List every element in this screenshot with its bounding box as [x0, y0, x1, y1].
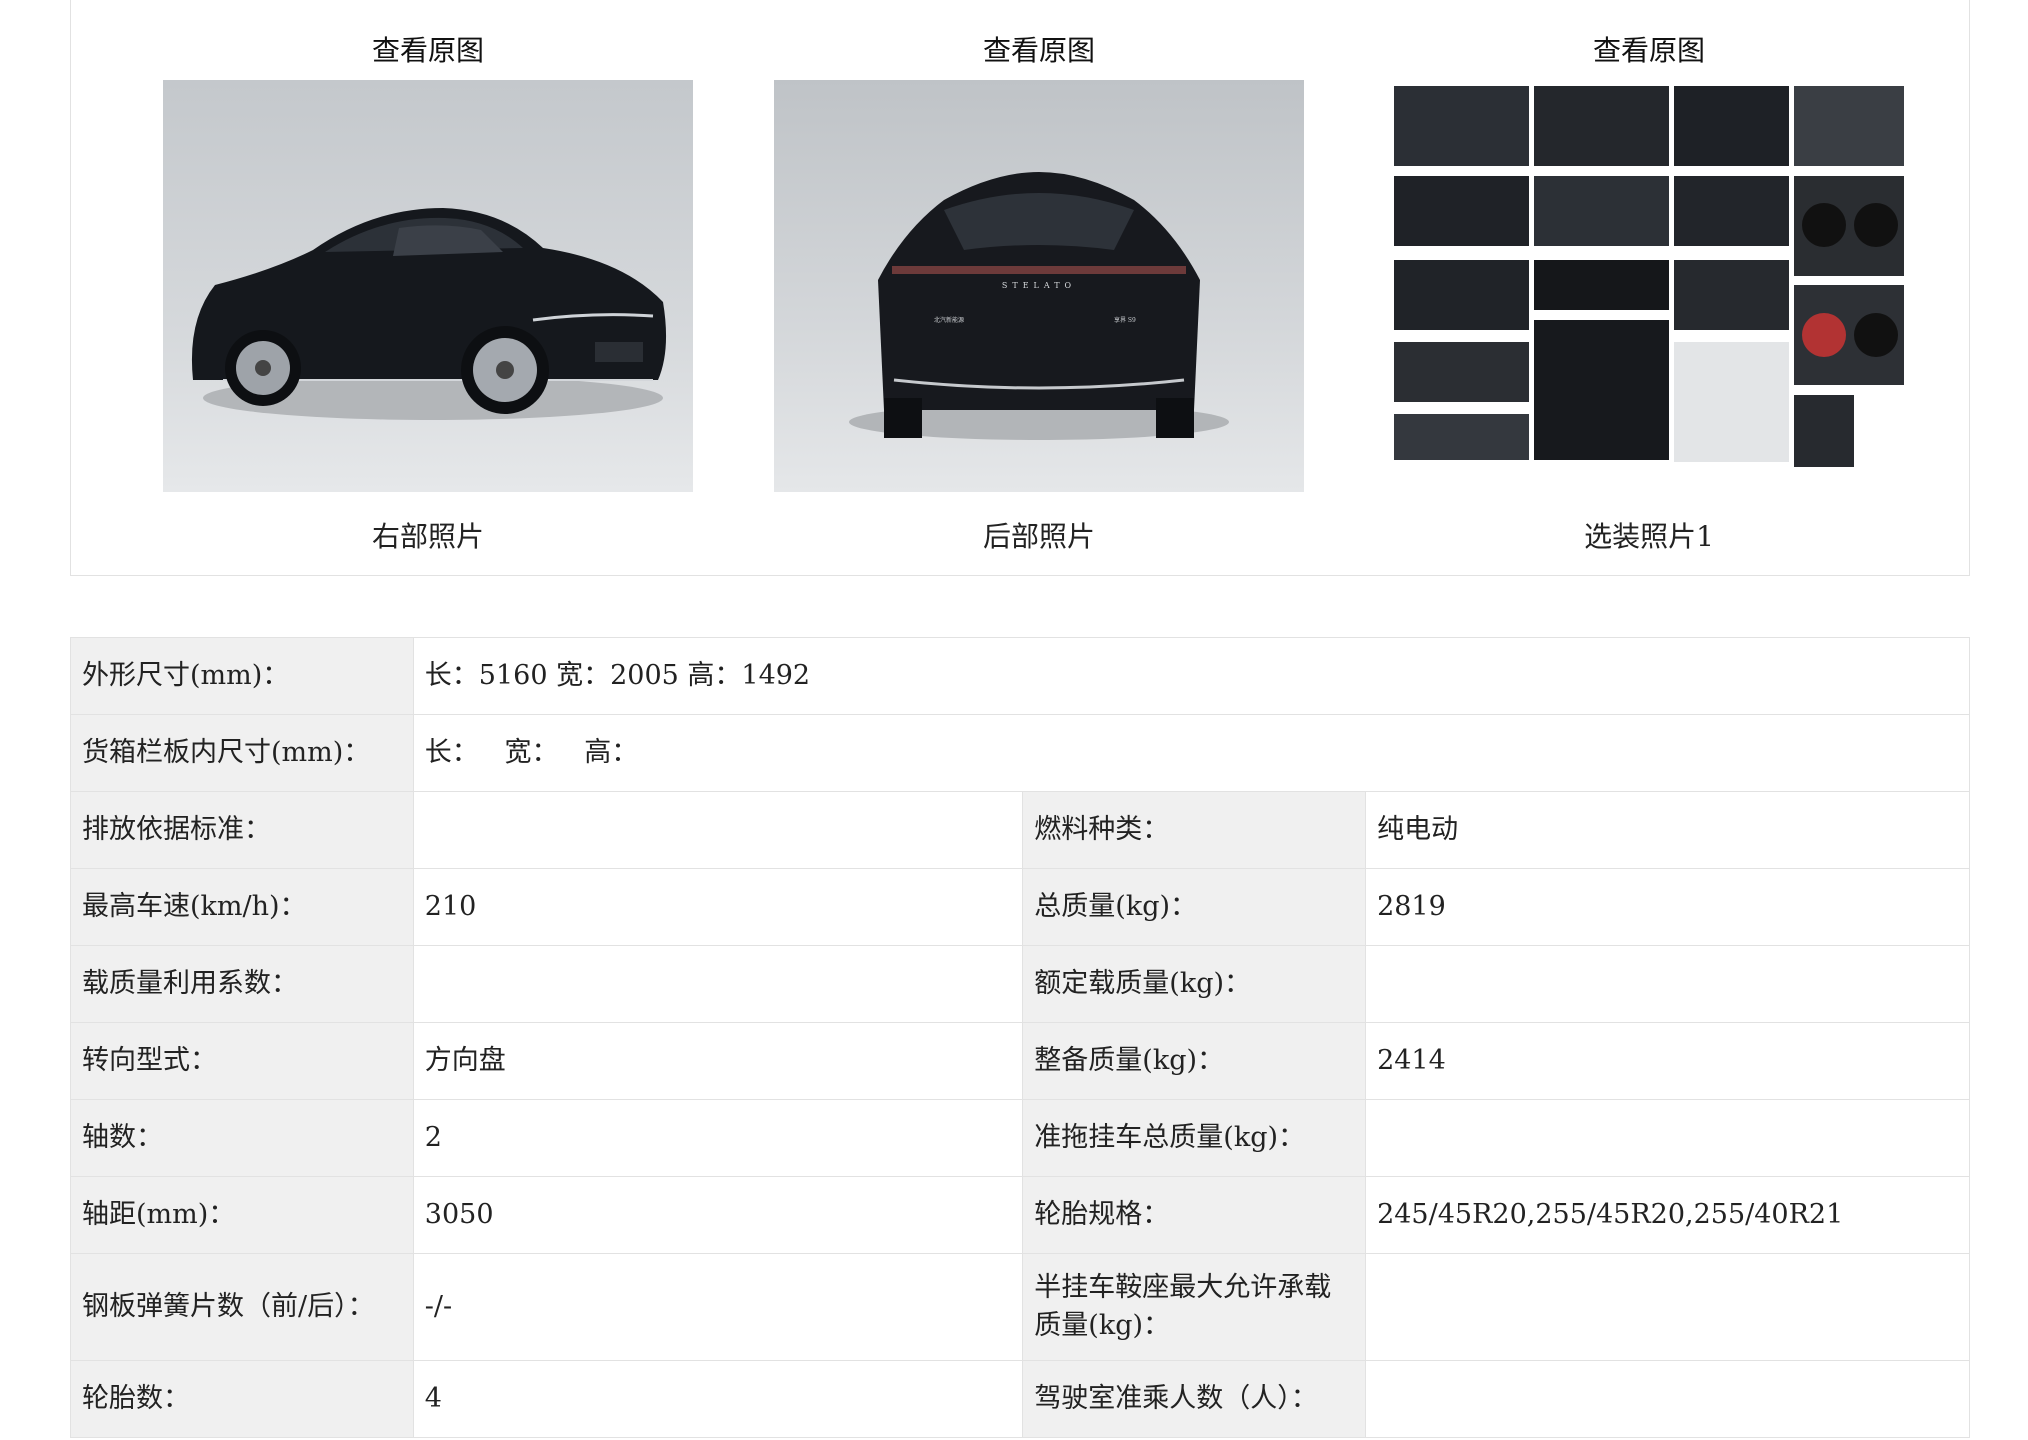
photo-caption: 后部照片: [982, 520, 1095, 553]
spec-value: 2414: [1365, 1022, 1970, 1100]
spec-label: 额定载质量(kg)：: [1022, 945, 1367, 1023]
table-row: 外形尺寸(mm)： 长：5160 宽：2005 高：1492: [70, 637, 1971, 715]
spec-value: -/-: [412, 1253, 1024, 1361]
spec-label: 准拖挂车总质量(kg)：: [1022, 1099, 1367, 1177]
table-row: 转向型式： 方向盘 整备质量(kg)： 2414: [70, 1022, 1970, 1100]
car-right-photo[interactable]: [163, 80, 693, 492]
photo-panel: 查看原图 右部照片 查看原图 STELATO 北汽新能源 享界 S9 后部照片 …: [70, 0, 1970, 576]
spec-value: 长：5160 宽：2005 高：1492: [412, 637, 1971, 715]
spec-label: 排放依据标准：: [70, 791, 414, 869]
spec-label: 轮胎规格：: [1022, 1176, 1367, 1254]
spec-value: 纯电动: [1365, 791, 1970, 869]
spec-label: 轴数：: [70, 1099, 414, 1177]
spec-label: 载质量利用系数：: [70, 945, 414, 1023]
table-row: 载质量利用系数： 额定载质量(kg)：: [70, 945, 1970, 1023]
spec-label: 轮胎数：: [70, 1360, 414, 1438]
table-row: 钢板弹簧片数（前/后）： -/- 半挂车鞍座最大允许承载质量(kg)：: [70, 1253, 1970, 1361]
table-row: 轮胎数： 4 驾驶室准乘人数（人）：: [70, 1360, 1970, 1438]
table-row: 轴距(mm)： 3050 轮胎规格： 245/45R20,255/45R20,2…: [70, 1176, 1970, 1254]
view-original-link[interactable]: 查看原图: [774, 29, 1304, 69]
optional-equipment-collage[interactable]: [1384, 80, 1914, 492]
spec-label: 燃料种类：: [1022, 791, 1367, 869]
spec-value: [1365, 945, 1970, 1023]
spec-label: 最高车速(km/h)：: [70, 868, 414, 946]
spec-value: [1365, 1253, 1970, 1361]
table-row: 货箱栏板内尺寸(mm)： 长： 宽： 高：: [70, 714, 1971, 792]
spec-value: 3050: [412, 1176, 1024, 1254]
view-original-link[interactable]: 查看原图: [163, 29, 693, 69]
photo-card-right: 查看原图 右部照片: [163, 0, 693, 577]
spec-value: [412, 791, 1024, 869]
spec-value: [412, 945, 1024, 1023]
spec-label: 钢板弹簧片数（前/后）：: [70, 1253, 414, 1361]
spec-value: 245/45R20,255/45R20,255/40R21: [1365, 1176, 1970, 1254]
table-row: 排放依据标准： 燃料种类： 纯电动: [70, 791, 1970, 869]
spec-label: 总质量(kg)：: [1022, 868, 1367, 946]
car-rear-photo[interactable]: STELATO 北汽新能源 享界 S9: [774, 80, 1304, 492]
spec-label: 货箱栏板内尺寸(mm)：: [70, 714, 414, 792]
spec-value: [1365, 1360, 1970, 1438]
photo-caption: 右部照片: [371, 520, 484, 553]
view-original-link[interactable]: 查看原图: [1384, 29, 1914, 69]
spec-value: 210: [412, 868, 1024, 946]
table-row: 轴数： 2 准拖挂车总质量(kg)：: [70, 1099, 1970, 1177]
spec-value: 4: [412, 1360, 1024, 1438]
spec-label: 外形尺寸(mm)：: [70, 637, 414, 715]
spec-label: 半挂车鞍座最大允许承载质量(kg)：: [1022, 1253, 1367, 1361]
photo-card-rear: 查看原图 STELATO 北汽新能源 享界 S9 后部照片: [774, 0, 1304, 577]
rear-badge-brand: STELATO: [1002, 281, 1076, 290]
spec-value: [1365, 1099, 1970, 1177]
photo-caption: 选装照片1: [1584, 520, 1714, 553]
spec-table: 外形尺寸(mm)： 长：5160 宽：2005 高：1492 货箱栏板内尺寸(m…: [70, 637, 1971, 1438]
spec-value: 方向盘: [412, 1022, 1024, 1100]
spec-value: 2: [412, 1099, 1024, 1177]
spec-label: 整备质量(kg)：: [1022, 1022, 1367, 1100]
rear-badge-left: 北汽新能源: [934, 316, 964, 324]
spec-label: 转向型式：: [70, 1022, 414, 1100]
spec-label: 轴距(mm)：: [70, 1176, 414, 1254]
spec-value: 2819: [1365, 868, 1970, 946]
photo-card-optional: 查看原图 选装照片1: [1384, 0, 1914, 577]
table-row: 最高车速(km/h)： 210 总质量(kg)： 2819: [70, 868, 1970, 946]
rear-badge-right: 享界 S9: [1114, 316, 1136, 324]
spec-value: 长： 宽： 高：: [412, 714, 1971, 792]
spec-label: 驾驶室准乘人数（人）：: [1022, 1360, 1367, 1438]
